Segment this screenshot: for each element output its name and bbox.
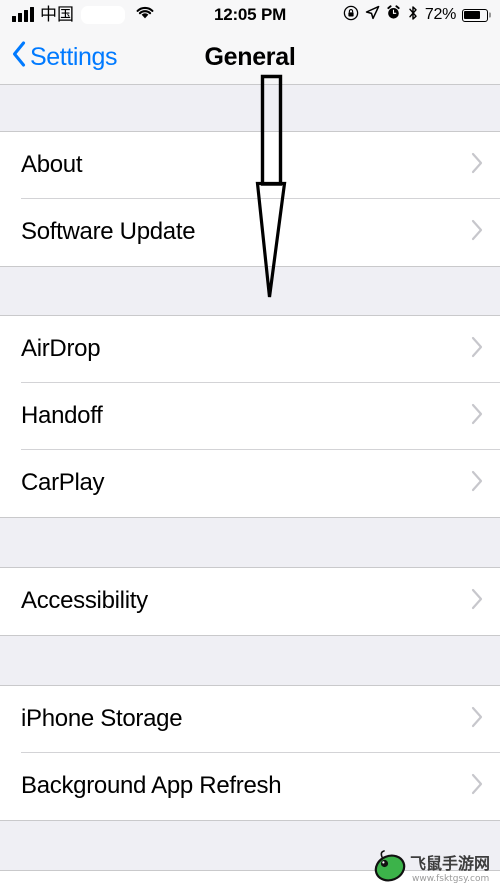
section-gap (0, 820, 500, 871)
wifi-icon (135, 5, 155, 25)
settings-group: About Software Update (0, 132, 500, 266)
settings-row-label: iPhone Storage (21, 705, 183, 733)
chevron-right-icon (470, 335, 484, 364)
battery-icon (462, 8, 488, 22)
settings-row-label: CarPlay (21, 469, 105, 497)
back-button[interactable]: Settings (0, 40, 118, 75)
chevron-right-icon (470, 772, 484, 801)
section-gap (0, 85, 500, 132)
settings-row-label: AirDrop (21, 335, 101, 363)
chevron-right-icon (470, 151, 484, 180)
battery-percent-label: 72% (424, 6, 456, 23)
settings-group: Accessibility (0, 568, 500, 635)
settings-group: RestrictionsOff (0, 871, 500, 889)
back-button-label: Settings (30, 42, 118, 71)
section-gap (0, 266, 500, 316)
settings-row-about[interactable]: About (0, 132, 500, 199)
carrier-redaction (81, 6, 125, 24)
settings-row-label: Software Update (21, 218, 196, 246)
settings-row-handoff[interactable]: Handoff (0, 383, 500, 450)
status-bar: 中国 12:05 PM 72% (0, 0, 500, 30)
chevron-right-icon (470, 469, 484, 498)
settings-row-label: Accessibility (21, 587, 148, 615)
settings-row-accessibility[interactable]: Accessibility (0, 568, 500, 635)
settings-list: About Software Update AirDrop Handoff CarPla… (0, 85, 500, 889)
navigation-bar: Settings General (0, 30, 500, 85)
carrier-label: 中国 (40, 4, 74, 25)
bluetooth-icon (407, 5, 419, 26)
section-gap (0, 517, 500, 568)
settings-row-carplay[interactable]: CarPlay (0, 450, 500, 517)
alarm-clock-icon (386, 5, 401, 25)
chevron-right-icon (470, 402, 484, 431)
settings-row-restrictions[interactable]: RestrictionsOff (0, 871, 500, 889)
iphone-screen: 中国 12:05 PM 72% Settings General About S… (0, 0, 500, 889)
location-arrow-icon (365, 5, 380, 25)
chevron-left-icon (11, 40, 27, 75)
settings-row-software-update[interactable]: Software Update (0, 199, 500, 266)
rotation-lock-icon (343, 5, 359, 26)
settings-row-label: About (21, 151, 83, 179)
settings-row-label: Handoff (21, 402, 103, 430)
chevron-right-icon (470, 587, 484, 616)
settings-row-background-app-refresh[interactable]: Background App Refresh (0, 753, 500, 820)
settings-row-label: Background App Refresh (21, 772, 282, 800)
chevron-right-icon (470, 218, 484, 247)
settings-group: AirDrop Handoff CarPlay (0, 316, 500, 517)
section-gap (0, 635, 500, 686)
settings-row-iphone-storage[interactable]: iPhone Storage (0, 686, 500, 753)
settings-group: iPhone Storage Background App Refresh (0, 686, 500, 820)
status-bar-right: 72% (343, 5, 488, 26)
chevron-right-icon (470, 705, 484, 734)
settings-row-airdrop[interactable]: AirDrop (0, 316, 500, 383)
signal-bars-icon (12, 7, 34, 22)
status-bar-left: 中国 (12, 5, 172, 25)
